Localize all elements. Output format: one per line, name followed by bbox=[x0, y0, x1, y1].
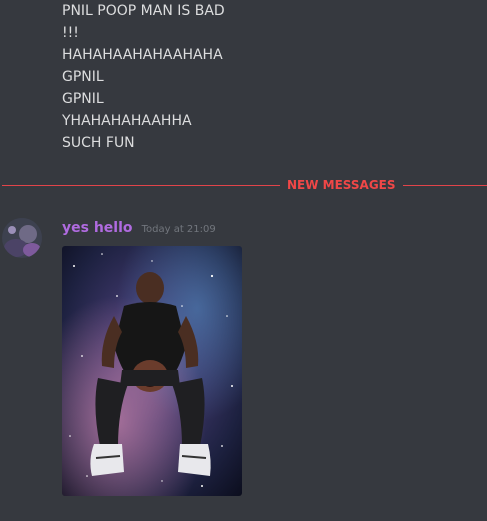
message-line: YHAHAHAHAAHHA bbox=[62, 113, 192, 129]
new-messages-divider bbox=[2, 185, 487, 186]
message-header: yes hello Today at 21:09 bbox=[62, 217, 216, 236]
message-line: SUCH FUN bbox=[62, 135, 135, 151]
message-line: HAHAHAAHAHAAHAHA bbox=[62, 47, 223, 63]
message-line: GPNIL bbox=[62, 69, 104, 85]
previous-message-group: PNIL POOP MAN IS BAD !!! HAHAHAAHAHAAHAH… bbox=[62, 0, 225, 154]
new-messages-label: NEW MESSAGES bbox=[280, 177, 403, 193]
message-line: GPNIL bbox=[62, 91, 104, 107]
avatar[interactable] bbox=[2, 218, 42, 258]
timestamp: Today at 21:09 bbox=[141, 224, 216, 235]
username[interactable]: yes hello bbox=[62, 220, 133, 236]
chat-messages-area: PNIL POOP MAN IS BAD !!! HAHAHAAHAHAAHAH… bbox=[0, 0, 487, 521]
message-line: !!! bbox=[62, 25, 79, 41]
image-attachment[interactable] bbox=[62, 246, 242, 496]
message-line: PNIL POOP MAN IS BAD bbox=[62, 3, 225, 19]
